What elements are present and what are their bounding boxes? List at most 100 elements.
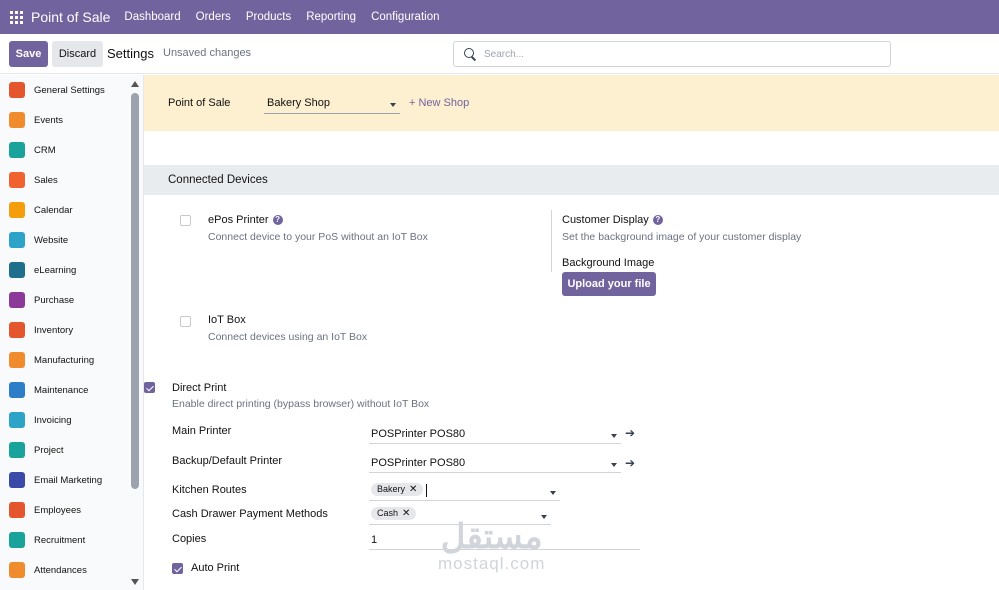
menu-reporting[interactable]: Reporting <box>306 11 356 23</box>
copies-label: Copies <box>172 533 207 545</box>
iot-box-checkbox[interactable] <box>180 316 191 327</box>
tag-bakery[interactable]: Bakery ✕ <box>371 483 424 496</box>
tag-cash[interactable]: Cash ✕ <box>371 507 417 520</box>
copies-value: 1 <box>371 534 378 546</box>
chevron-down-icon <box>390 103 396 107</box>
sidebar-item-label: Project <box>34 444 64 456</box>
kitchen-routes-label: Kitchen Routes <box>172 484 247 496</box>
chevron-down-icon <box>611 463 617 467</box>
internal-link-arrow-icon[interactable]: ➔ <box>625 426 635 440</box>
search-icon <box>464 48 476 60</box>
employees-icon <box>9 502 25 518</box>
help-icon[interactable]: ? <box>272 215 283 225</box>
watermark-latin: mostaql.com <box>438 554 546 573</box>
sidebar-item-label: Attendances <box>34 564 87 576</box>
scroll-up-icon[interactable] <box>131 81 139 87</box>
sidebar-item-recruitment[interactable]: Recruitment <box>0 525 143 555</box>
sidebar-item-label: Inventory <box>34 324 74 336</box>
auto-print-checkbox[interactable] <box>172 563 183 574</box>
kitchen-routes-field[interactable]: Bakery ✕ <box>369 481 560 501</box>
direct-print-title: Direct Print <box>172 382 227 394</box>
sidebar-item-inventory[interactable]: Inventory <box>0 315 143 345</box>
purchase-icon <box>9 292 25 308</box>
sidebar-item-attendances[interactable]: Attendances <box>0 555 143 585</box>
iot-box-desc: Connect devices using an IoT Box <box>208 331 368 343</box>
sidebar-item-calendar[interactable]: Calendar <box>0 195 143 225</box>
sidebar-item-employees[interactable]: Employees <box>0 495 143 525</box>
pos-selector-banner: Point of Sale Bakery Shop + New Shop <box>144 75 999 131</box>
events-icon <box>9 112 25 128</box>
background-image-label: Background Image <box>562 257 655 269</box>
tag-label: Cash <box>377 508 399 518</box>
top-navbar: Point of Sale Dashboard Orders Products … <box>0 0 999 34</box>
sidebar-item-maintenance[interactable]: Maintenance <box>0 375 143 405</box>
sales-icon <box>9 172 25 188</box>
backup-printer-value: POSPrinter POS80 <box>371 457 466 469</box>
direct-print-checkbox[interactable] <box>144 382 155 393</box>
scroll-down-icon[interactable] <box>131 579 139 585</box>
tag-label: Bakery <box>377 484 406 494</box>
sidebar-item-label: eLearning <box>34 264 77 276</box>
sidebar-item-website[interactable]: Website <box>0 225 143 255</box>
customer-display-desc: Set the background image of your custome… <box>562 231 802 243</box>
apps-grid-icon[interactable] <box>10 10 23 24</box>
sidebar-item-project[interactable]: Project <box>0 435 143 465</box>
inventory-icon <box>9 322 25 338</box>
sidebar-item-label: Website <box>34 234 69 246</box>
internal-link-arrow-icon[interactable]: ➔ <box>625 456 635 470</box>
sidebar-item-label: General Settings <box>34 84 105 96</box>
sidebar-item-email-marketing[interactable]: Email Marketing <box>0 465 143 495</box>
main-printer-select[interactable]: POSPrinter POS80 <box>369 424 621 444</box>
backup-printer-select[interactable]: POSPrinter POS80 <box>369 453 621 473</box>
email-marketing-icon <box>9 472 25 488</box>
discard-button[interactable]: Discard <box>52 41 103 67</box>
sidebar-item-sales[interactable]: Sales <box>0 165 143 195</box>
column-divider <box>551 210 552 272</box>
shop-select[interactable]: Bakery Shop <box>264 95 400 114</box>
menu-products[interactable]: Products <box>246 11 291 23</box>
sidebar-item-purchase[interactable]: Purchase <box>0 285 143 315</box>
sidebar-scrollbar[interactable] <box>130 81 140 587</box>
sidebar-item-label: Email Marketing <box>34 474 103 486</box>
search-input[interactable]: Search... <box>453 41 891 67</box>
sidebar-item-invoicing[interactable]: Invoicing <box>0 405 143 435</box>
manufacturing-icon <box>9 352 25 368</box>
sidebar-item-elearning[interactable]: eLearning <box>0 255 143 285</box>
menu-configuration[interactable]: Configuration <box>371 11 439 23</box>
sidebar-item-label: Sales <box>34 174 58 186</box>
remove-tag-icon[interactable]: ✕ <box>409 484 417 495</box>
calendar-icon <box>9 202 25 218</box>
section-header: Connected Devices <box>144 165 999 195</box>
sidebar-item-label: Maintenance <box>34 384 89 396</box>
search-placeholder: Search... <box>484 48 525 60</box>
chevron-down-icon <box>611 434 617 438</box>
remove-tag-icon[interactable]: ✕ <box>402 508 410 519</box>
section-title: Connected Devices <box>168 174 268 186</box>
menu-dashboard[interactable]: Dashboard <box>124 11 180 23</box>
iot-box-title: IoT Box <box>208 314 246 326</box>
upload-file-button[interactable]: Upload your file <box>562 272 656 296</box>
backup-printer-label: Backup/Default Printer <box>172 455 283 467</box>
sidebar-item-manufacturing[interactable]: Manufacturing <box>0 345 143 375</box>
scrollbar-thumb[interactable] <box>131 93 139 489</box>
attendances-icon <box>9 562 25 578</box>
sidebar-item-label: Invoicing <box>34 414 72 426</box>
control-panel: Save Discard Settings Unsaved changes Se… <box>0 34 999 74</box>
help-icon[interactable]: ? <box>652 215 663 225</box>
menu-orders[interactable]: Orders <box>196 11 231 23</box>
new-shop-button[interactable]: + New Shop <box>409 97 469 109</box>
main-printer-value: POSPrinter POS80 <box>371 428 466 440</box>
unsaved-status: Unsaved changes <box>163 47 252 59</box>
app-brand[interactable]: Point of Sale <box>31 9 110 25</box>
save-button[interactable]: Save <box>9 41 48 67</box>
epos-printer-checkbox[interactable] <box>180 215 191 226</box>
elearning-icon <box>9 262 25 278</box>
customer-display-label: Customer Display <box>562 214 649 226</box>
settings-sidebar: General Settings Events CRM Sales Calendar We… <box>0 75 144 590</box>
sidebar-item-crm[interactable]: CRM <box>0 135 143 165</box>
epos-printer-desc: Connect device to your PoS without an Io… <box>208 231 428 243</box>
sidebar-item-general-settings[interactable]: General Settings <box>0 75 143 105</box>
sidebar-item-events[interactable]: Events <box>0 105 143 135</box>
page-title: Settings <box>107 46 154 61</box>
project-icon <box>9 442 25 458</box>
